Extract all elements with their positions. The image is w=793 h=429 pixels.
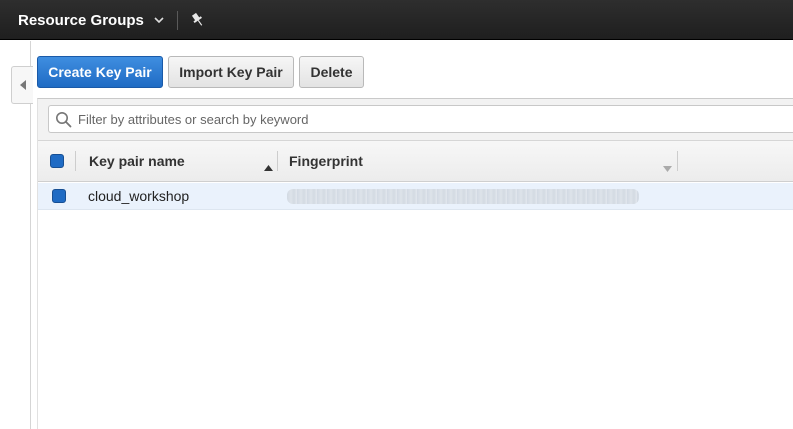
search-box[interactable] (48, 105, 793, 133)
pin-icon[interactable] (189, 11, 207, 29)
nav-divider (177, 11, 178, 30)
create-key-pair-button[interactable]: Create Key Pair (37, 56, 163, 88)
column-divider (277, 151, 278, 171)
column-header-key-pair-name[interactable]: Key pair name (89, 141, 277, 181)
search-icon (55, 111, 72, 128)
table-header: Key pair name Fingerprint (38, 140, 793, 182)
row-checkbox[interactable] (52, 189, 66, 203)
top-nav-bar: Resource Groups (0, 0, 793, 40)
column-label-fingerprint: Fingerprint (289, 153, 363, 169)
column-label-key-pair-name: Key pair name (89, 153, 185, 169)
caret-left-icon (19, 77, 26, 93)
column-header-fingerprint[interactable]: Fingerprint (289, 141, 677, 181)
sort-descending-icon (663, 159, 672, 175)
key-pairs-panel: Key pair name Fingerprint cloud_workshop (37, 98, 793, 429)
resource-groups-menu[interactable]: Resource Groups (18, 0, 164, 40)
search-input[interactable] (78, 109, 778, 129)
filter-bar (38, 99, 793, 140)
key-pair-name-cell: cloud_workshop (88, 188, 190, 204)
chevron-down-icon (154, 17, 164, 23)
fingerprint-cell-redacted (287, 189, 639, 204)
column-divider (75, 151, 76, 171)
sidebar-toggle-button[interactable] (11, 66, 33, 104)
import-key-pair-button[interactable]: Import Key Pair (168, 56, 294, 88)
table-row[interactable]: cloud_workshop (38, 183, 793, 210)
delete-button[interactable]: Delete (299, 56, 364, 88)
sort-ascending-icon (264, 158, 273, 174)
resource-groups-label: Resource Groups (18, 11, 144, 29)
column-divider (677, 151, 678, 171)
select-all-checkbox[interactable] (50, 154, 64, 168)
